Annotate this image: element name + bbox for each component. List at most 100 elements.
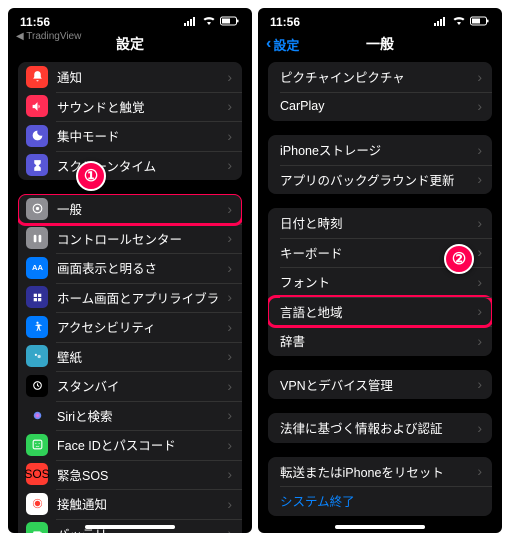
row-label: Siriと検索 <box>57 406 218 425</box>
chevron-right-icon: › <box>227 437 232 453</box>
row-siri[interactable]: Siriと検索› <box>18 401 242 431</box>
row-label: 壁紙 <box>57 347 218 366</box>
home-indicator[interactable] <box>335 525 425 529</box>
row-access[interactable]: アクセシビリティ› <box>18 312 242 342</box>
battery-icon <box>470 15 490 29</box>
status-right <box>434 15 490 29</box>
row-sos[interactable]: SOS 緊急SOS › <box>18 460 242 490</box>
row-label: 接触通知 <box>57 494 218 513</box>
standby-icon <box>26 375 48 397</box>
row-sound[interactable]: サウンドと触覚 › <box>18 92 242 122</box>
row-faceid[interactable]: Face IDとパスコード› <box>18 430 242 460</box>
chevron-right-icon: › <box>477 303 482 319</box>
row-display[interactable]: AA画面表示と明るさ› <box>18 253 242 283</box>
chevron-right-icon: › <box>227 157 232 173</box>
row-label: スタンバイ <box>57 376 218 395</box>
status-bar: 11:56 <box>258 8 502 30</box>
row-label: 辞書 <box>280 331 468 350</box>
row-label: 転送またはiPhoneをリセット <box>280 462 468 481</box>
phone-general: 11:56 ‹設定 一般 ピクチャインピクチャ›CarPlay›iPhoneスト… <box>258 8 502 533</box>
row-1[interactable]: CarPlay › <box>268 92 492 122</box>
nav-bar: 設定 <box>8 30 252 58</box>
chevron-right-icon: › <box>227 525 232 533</box>
row-general[interactable]: 一般› <box>18 194 242 224</box>
row-screentime[interactable]: スクリーンタイム› <box>18 151 242 181</box>
battery-icon <box>26 522 48 533</box>
row-label: アプリのバックグラウンド更新 <box>280 170 468 189</box>
chevron-right-icon: › <box>227 201 232 217</box>
svg-text:AA: AA <box>32 263 43 272</box>
faceid-icon <box>26 434 48 456</box>
chevron-right-icon: › <box>477 69 482 85</box>
row-0[interactable]: 日付と時刻 › <box>268 208 492 238</box>
control-icon <box>26 227 48 249</box>
row-label: 法律に基づく情報および認証 <box>280 418 468 437</box>
signal-icon <box>184 15 198 29</box>
marker-2: ② <box>444 244 474 274</box>
row-label: 画面表示と明るさ <box>57 258 218 277</box>
row-label: ピクチャインピクチャ <box>280 67 468 86</box>
home-icon <box>26 286 48 308</box>
phone-settings: 11:56 ◀ TradingView 設定 通知›サウンドと触覚›集中モード›… <box>8 8 252 533</box>
chevron-right-icon: › <box>477 244 482 260</box>
row-label: 緊急SOS <box>57 465 218 484</box>
chevron-right-icon: › <box>477 463 482 479</box>
page-title: 設定 <box>116 34 144 54</box>
chevron-right-icon: › <box>477 142 482 158</box>
row-1[interactable]: アプリのバックグラウンド更新› <box>268 165 492 195</box>
row-home[interactable]: ホーム画面とアプリライブラリ› <box>18 283 242 313</box>
row-notify[interactable]: 通知 › <box>18 62 242 92</box>
row-1[interactable]: システム終了 <box>268 486 492 516</box>
nav-bar: ‹設定 一般 <box>258 30 502 58</box>
general-list[interactable]: ピクチャインピクチャ › CarPlay › iPhoneストレージ › アプリのバックグラ… <box>258 58 502 530</box>
row-0[interactable]: VPNとデバイス管理 › <box>268 370 492 400</box>
chevron-right-icon: › <box>477 215 482 231</box>
row-label: CarPlay <box>280 99 468 113</box>
chevron-right-icon: › <box>227 466 232 482</box>
row-focus[interactable]: 集中モード› <box>18 121 242 151</box>
row-label: コントロールセンター <box>57 229 218 248</box>
row-4[interactable]: 辞書› <box>268 326 492 356</box>
chevron-right-icon: › <box>227 378 232 394</box>
sound-icon <box>26 95 48 117</box>
battery-icon <box>220 15 240 29</box>
row-control[interactable]: コントロールセンター › <box>18 224 242 254</box>
chevron-right-icon: › <box>477 98 482 114</box>
chevron-right-icon: › <box>227 319 232 335</box>
row-0[interactable]: ピクチャインピクチャ › <box>268 62 492 92</box>
chevron-right-icon: › <box>477 376 482 392</box>
settings-list[interactable]: 通知 › サウンドと触覚 › 集中モード›スクリーンタイム› 一般› コントロールセンター ›… <box>8 58 252 533</box>
chevron-right-icon: › <box>227 496 232 512</box>
wifi-icon <box>452 15 466 29</box>
row-0[interactable]: iPhoneストレージ › <box>268 135 492 165</box>
row-label: 日付と時刻 <box>280 213 468 232</box>
chevron-right-icon: › <box>227 98 232 114</box>
row-0[interactable]: 転送またはiPhoneをリセット › <box>268 457 492 487</box>
focus-icon <box>26 125 48 147</box>
sos-icon: SOS <box>26 463 48 485</box>
row-label: 通知 <box>57 67 218 86</box>
back-button[interactable]: ‹設定 <box>266 35 299 54</box>
row-label: iPhoneストレージ <box>280 140 468 159</box>
chevron-right-icon: › <box>227 348 232 364</box>
status-time: 11:56 <box>270 15 300 29</box>
marker-1: ① <box>76 161 106 191</box>
chevron-right-icon: › <box>477 420 482 436</box>
signal-icon <box>434 15 448 29</box>
row-exposure[interactable]: 接触通知 › <box>18 489 242 519</box>
home-indicator[interactable] <box>85 525 175 529</box>
row-label: システム終了 <box>280 491 482 510</box>
row-wallpaper[interactable]: 壁紙 › <box>18 342 242 372</box>
status-time: 11:56 <box>20 15 50 29</box>
row-label: サウンドと触覚 <box>57 97 218 116</box>
access-icon <box>26 316 48 338</box>
chevron-right-icon: › <box>477 274 482 290</box>
chevron-right-icon: › <box>227 69 232 85</box>
chevron-right-icon: › <box>227 230 232 246</box>
row-label: キーボード <box>280 243 468 262</box>
row-0[interactable]: 法律に基づく情報および認証 › <box>268 413 492 443</box>
row-3[interactable]: 言語と地域› <box>268 297 492 327</box>
row-standby[interactable]: スタンバイ › <box>18 371 242 401</box>
row-label: VPNとデバイス管理 <box>280 375 468 394</box>
row-label: ホーム画面とアプリライブラリ <box>57 288 218 307</box>
